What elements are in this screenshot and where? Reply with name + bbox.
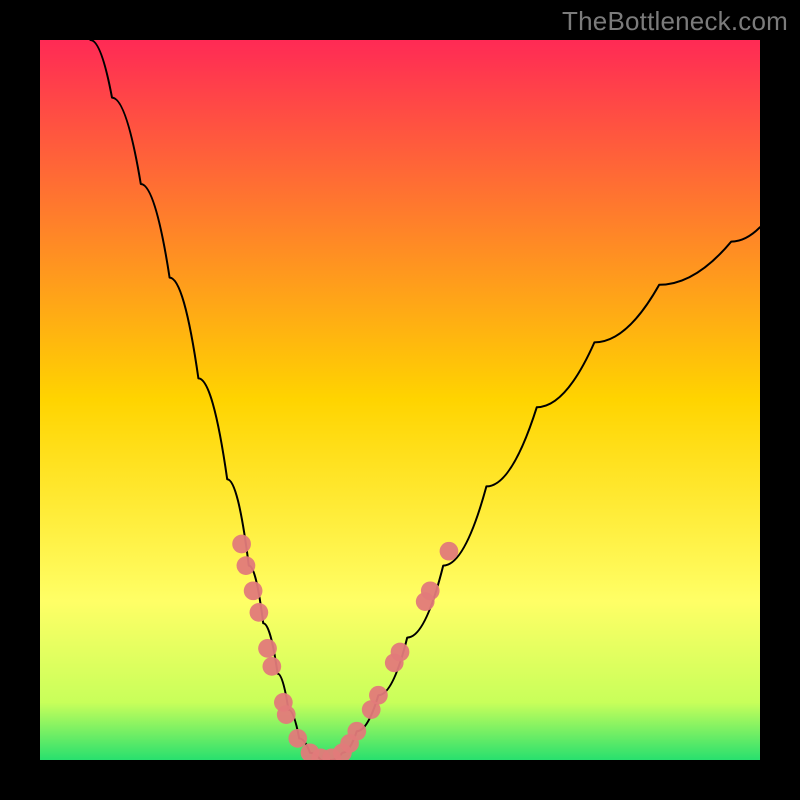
data-point — [391, 643, 410, 662]
data-point — [421, 581, 440, 600]
data-point — [369, 686, 388, 705]
data-point — [277, 705, 296, 724]
data-point — [262, 657, 281, 676]
bottleneck-chart — [0, 0, 800, 800]
data-point — [237, 556, 256, 575]
data-point — [250, 603, 269, 622]
data-point — [440, 542, 459, 561]
data-point — [347, 722, 366, 741]
data-point — [288, 729, 307, 748]
data-point — [232, 535, 251, 554]
data-point — [258, 639, 277, 658]
watermark-text: TheBottleneck.com — [562, 6, 788, 37]
data-point — [244, 581, 263, 600]
